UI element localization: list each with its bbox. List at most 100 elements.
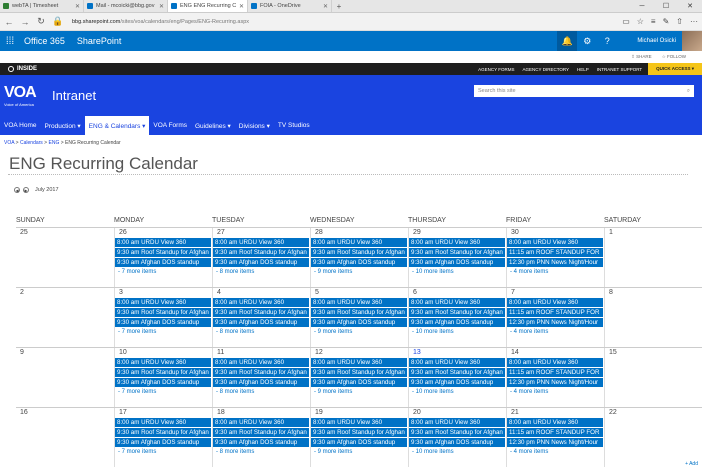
site-title[interactable]: Intranet [52,88,96,103]
inside-link[interactable]: INTRANET SUPPORT [597,67,642,72]
inside-link[interactable]: AGENCY DIRECTORY [523,67,570,72]
date-number[interactable]: 9 [20,349,24,356]
day-cell[interactable]: 28 8:00 am URDU View 360 9:30 am Roof Stan… [310,228,408,287]
day-cell[interactable]: 6 8:00 am URDU View 360 9:30 am Roof Stand… [408,288,506,347]
more-items-link[interactable]: - 8 more items [213,448,310,457]
more-items-link[interactable]: - 4 more items [507,388,604,397]
date-number[interactable]: 20 [413,409,421,416]
voa-logo[interactable]: VOA Voice of America [4,80,40,112]
more-items-link[interactable]: - 7 more items [115,328,212,337]
calendar-event[interactable]: 8:00 am URDU View 360 [409,298,505,308]
follow-link[interactable]: ☆ FOLLOW [662,54,686,60]
calendar-event[interactable]: 9:30 am Afghan DOS standup [311,438,407,448]
day-cell[interactable]: 9 [16,348,114,407]
day-cell[interactable]: 7 8:00 am URDU View 360 11:15 am ROOF STAN… [506,288,604,347]
more-items-link[interactable]: - 10 more items [409,268,506,277]
more-items-link[interactable]: - 8 more items [213,388,310,397]
date-number[interactable]: 19 [315,409,323,416]
refresh-icon[interactable]: ↻ [36,16,46,27]
more-items-link[interactable]: - 10 more items [409,448,506,457]
date-number[interactable]: 21 [511,409,519,416]
calendar-event[interactable]: 11:15 am ROOF STANDUP FOR [507,308,603,318]
more-icon[interactable]: ··· [690,17,698,26]
calendar-event[interactable]: 9:30 am Roof Standup for Afghan [311,428,407,438]
calendar-event[interactable]: 8:00 am URDU View 360 [409,238,505,248]
day-cell[interactable]: 16 [16,408,114,467]
calendar-event[interactable]: 8:00 am URDU View 360 [213,358,309,368]
browser-tab[interactable]: FOIA - OneDrive ✕ [248,0,332,12]
date-number[interactable]: 16 [20,409,28,416]
calendar-event[interactable]: 12:30 pm PNN News Night/Hour [507,318,603,328]
sharepoint-link[interactable]: SharePoint [77,36,122,46]
calendar-event[interactable]: 8:00 am URDU View 360 [507,298,603,308]
calendar-event[interactable]: 9:30 am Roof Standup for Afghan [311,308,407,318]
calendar-event[interactable]: 9:30 am Afghan DOS standup [115,378,211,388]
calendar-event[interactable]: 12:30 pm PNN News Night/Hour [507,438,603,448]
date-number[interactable]: 5 [315,289,319,296]
day-cell[interactable]: 15 [604,348,702,407]
calendar-event[interactable]: 9:30 am Afghan DOS standup [213,438,309,448]
more-items-link[interactable]: - 7 more items [115,388,212,397]
calendar-event[interactable]: 9:30 am Afghan DOS standup [311,258,407,268]
calendar-event[interactable]: 9:30 am Afghan DOS standup [213,378,309,388]
calendar-event[interactable]: 8:00 am URDU View 360 [311,358,407,368]
date-number[interactable]: 2 [20,289,24,296]
calendar-event[interactable]: 9:30 am Roof Standup for Afghan [409,368,505,378]
browser-tab[interactable]: webTA | Timesheet ✕ [0,0,84,12]
calendar-event[interactable]: 8:00 am URDU View 360 [311,418,407,428]
breadcrumb-item[interactable]: VOA [4,140,14,146]
calendar-event[interactable]: 8:00 am URDU View 360 [311,238,407,248]
calendar-event[interactable]: 9:30 am Roof Standup for Afghan [213,368,309,378]
calendar-event[interactable]: 9:30 am Afghan DOS standup [409,438,505,448]
date-number[interactable]: 18 [217,409,225,416]
day-cell[interactable]: 18 8:00 am URDU View 360 9:30 am Roof Stan… [212,408,310,467]
nav-item[interactable]: Divisions ▾ [235,116,274,135]
calendar-event[interactable]: 9:30 am Afghan DOS standup [115,258,211,268]
date-number[interactable]: 8 [609,289,613,296]
calendar-event[interactable]: 9:30 am Afghan DOS standup [409,258,505,268]
new-tab-button[interactable]: + [332,0,346,12]
calendar-event[interactable]: 8:00 am URDU View 360 [507,238,603,248]
share-icon[interactable]: ⇧ [676,17,683,26]
day-cell[interactable]: 4 8:00 am URDU View 360 9:30 am Roof Stand… [212,288,310,347]
next-month-icon[interactable]: ▶ [23,187,29,193]
more-items-link[interactable]: - 9 more items [311,268,408,277]
day-cell[interactable]: 10 8:00 am URDU View 360 9:30 am Roof Stan… [114,348,212,407]
calendar-event[interactable]: 8:00 am URDU View 360 [115,238,211,248]
more-items-link[interactable]: - 7 more items [115,448,212,457]
date-number[interactable]: 13 [413,349,421,356]
user-name[interactable]: Michael Osicki [617,38,682,44]
calendar-event[interactable]: 8:00 am URDU View 360 [115,298,211,308]
date-number[interactable]: 11 [217,349,224,356]
calendar-event[interactable]: 8:00 am URDU View 360 [115,358,211,368]
calendar-event[interactable]: 8:00 am URDU View 360 [409,418,505,428]
inside-logo[interactable]: INSIDE [8,66,37,72]
tab-close-icon[interactable]: ✕ [75,3,80,10]
back-icon[interactable]: ← [4,17,14,27]
date-number[interactable]: 14 [511,349,519,356]
date-number[interactable]: 15 [609,349,617,356]
calendar-event[interactable]: 9:30 am Afghan DOS standup [115,438,211,448]
favorite-star-icon[interactable]: ☆ [637,17,644,26]
calendar-event[interactable]: 9:30 am Roof Standup for Afghan [213,248,309,258]
more-items-link[interactable]: - 4 more items [507,328,604,337]
prev-month-icon[interactable]: ◀ [14,187,20,193]
calendar-event[interactable]: 8:00 am URDU View 360 [115,418,211,428]
calendar-event[interactable]: 9:30 am Roof Standup for Afghan [115,428,211,438]
date-number[interactable]: 25 [20,229,28,236]
reading-view-icon[interactable]: ▭ [622,17,630,26]
inside-link[interactable]: AGENCY FORMS [478,67,514,72]
nav-item[interactable]: VOA Forms [149,116,191,135]
help-icon[interactable]: ? [597,36,617,46]
calendar-event[interactable]: 8:00 am URDU View 360 [311,298,407,308]
date-number[interactable]: 27 [217,229,225,236]
calendar-event[interactable]: 9:30 am Roof Standup for Afghan [115,308,211,318]
browser-tab[interactable]: ENG ENG Recurring Cal ✕ [168,0,248,12]
calendar-event[interactable]: 9:30 am Roof Standup for Afghan [115,368,211,378]
date-number[interactable]: 26 [119,229,127,236]
calendar-event[interactable]: 9:30 am Afghan DOS standup [213,258,309,268]
nav-item[interactable]: ENG & Calendars ▾ [84,116,150,135]
day-cell[interactable]: 8 [604,288,702,347]
day-cell[interactable]: 14 8:00 am URDU View 360 11:15 am ROOF STA… [506,348,604,407]
hub-icon[interactable]: ≡ [651,17,656,26]
